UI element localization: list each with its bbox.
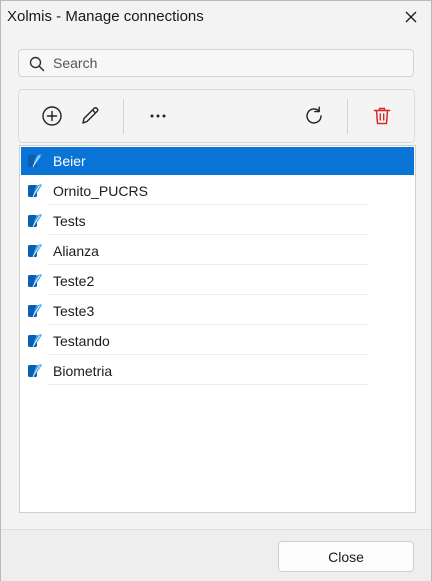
connection-label: Alianza	[53, 243, 99, 259]
refresh-button[interactable]	[301, 103, 327, 129]
database-icon	[28, 304, 42, 318]
database-icon	[28, 214, 42, 228]
row-divider	[47, 324, 369, 325]
pencil-icon	[82, 107, 99, 124]
connection-item[interactable]: Tests	[21, 207, 414, 235]
connection-item[interactable]: Biometria	[21, 357, 414, 385]
connection-label: Biometria	[53, 363, 113, 379]
connections-list[interactable]: Beier Ornito_PUCRS Tests Alianza Teste2 Teste…	[19, 145, 416, 513]
connection-label: Teste2	[53, 273, 95, 289]
database-icon	[28, 244, 42, 258]
row-divider	[47, 384, 369, 385]
row-divider	[47, 234, 369, 235]
connection-item[interactable]: Alianza	[21, 237, 414, 265]
row-divider	[47, 354, 369, 355]
trash-icon	[373, 107, 391, 125]
refresh-icon	[306, 106, 322, 124]
more-horizontal-icon	[150, 114, 166, 118]
search-input[interactable]	[53, 53, 403, 73]
search-icon	[29, 56, 45, 72]
row-divider	[47, 204, 369, 205]
connection-item[interactable]: Teste3	[21, 297, 414, 325]
connection-item[interactable]: Ornito_PUCRS	[21, 177, 414, 205]
close-icon	[405, 11, 417, 23]
toolbar-separator	[347, 99, 348, 134]
connection-label: Ornito_PUCRS	[53, 183, 148, 199]
database-icon	[28, 184, 42, 198]
window-title: Xolmis - Manage connections	[7, 8, 204, 25]
connection-item[interactable]: Beier	[21, 147, 414, 175]
close-window-button[interactable]	[401, 7, 421, 27]
dialog-footer: Close	[1, 529, 431, 581]
connection-item[interactable]: Testando	[21, 327, 414, 355]
edit-connection-button[interactable]	[77, 103, 103, 129]
plus-circle-icon	[42, 106, 62, 126]
row-divider	[47, 294, 369, 295]
database-icon	[28, 334, 42, 348]
connection-label: Testando	[53, 333, 110, 349]
database-icon	[28, 364, 42, 378]
add-connection-button[interactable]	[39, 103, 65, 129]
more-options-button[interactable]	[145, 103, 171, 129]
search-box[interactable]	[18, 49, 414, 77]
close-button[interactable]: Close	[278, 541, 414, 572]
delete-connection-button[interactable]	[369, 103, 395, 129]
title-bar: Xolmis - Manage connections	[1, 1, 431, 33]
connection-label: Teste3	[53, 303, 95, 319]
manage-connections-dialog: Xolmis - Manage connections Search Beier…	[0, 0, 432, 581]
row-divider	[47, 264, 369, 265]
toolbar-separator	[123, 99, 124, 134]
database-icon	[28, 154, 42, 168]
toolbar	[18, 89, 415, 143]
database-icon	[28, 274, 42, 288]
connection-label: Tests	[53, 213, 86, 229]
connection-item[interactable]: Teste2	[21, 267, 414, 295]
connection-label: Beier	[53, 153, 86, 169]
